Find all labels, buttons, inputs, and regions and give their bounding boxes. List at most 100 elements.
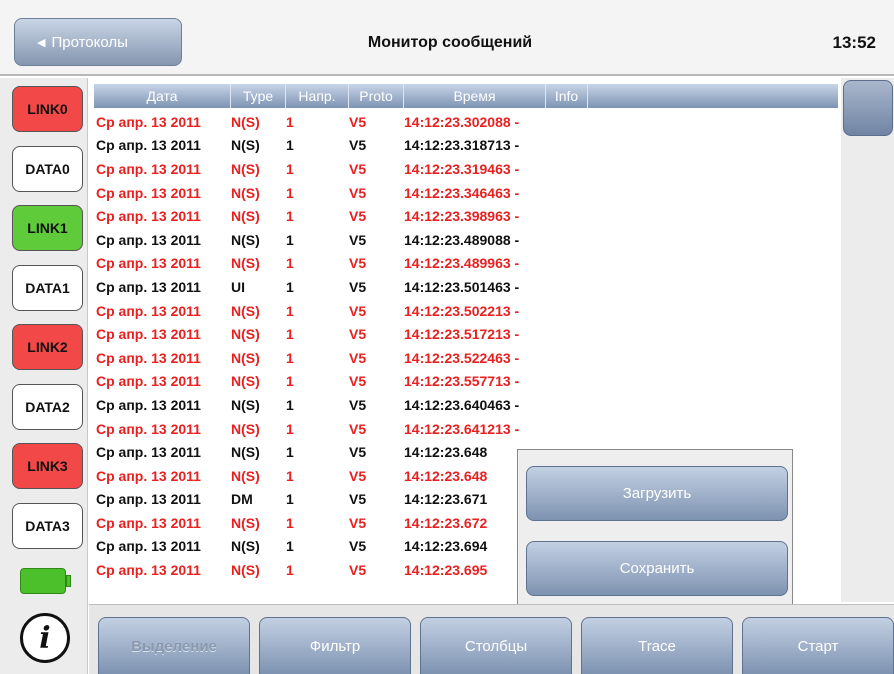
back-to-protocols-button[interactable]: ◀ Протоколы	[14, 18, 182, 66]
column-header-type[interactable]: Type	[231, 84, 286, 108]
table-row[interactable]: Ср апр. 13 2011 N(S) 1 V5 14:12:23.557713 -	[94, 370, 838, 394]
info-icon[interactable]: i	[20, 613, 70, 663]
cell-date: Ср апр. 13 2011	[96, 514, 201, 531]
cell-type: N(S)	[231, 420, 260, 437]
cell-direction: 1	[286, 184, 294, 201]
side-button-data3[interactable]: DATA3	[12, 502, 83, 549]
link-sidebar: LINK0 DATA0 LINK1 DATA1 LINK2 DATA2 LINK3 DATA3…	[0, 78, 88, 674]
cell-proto: V5	[349, 113, 367, 130]
save-button[interactable]: Сохранить	[526, 541, 788, 596]
select-button[interactable]: Выделение	[98, 617, 250, 674]
cell-direction: 1	[286, 514, 294, 531]
scrollbar-thumb[interactable]	[843, 80, 893, 136]
column-header-date[interactable]: Дата	[94, 84, 231, 108]
cell-direction: 1	[286, 137, 294, 154]
cell-date: Ср апр. 13 2011	[96, 420, 201, 437]
side-button-data1[interactable]: DATA1	[12, 264, 83, 311]
side-button-data0[interactable]: DATA0	[12, 145, 83, 192]
cell-type: N(S)	[231, 255, 260, 272]
cell-direction: 1	[286, 278, 294, 295]
cell-direction: 1	[286, 467, 294, 484]
cell-time: 14:12:23.522463 -	[404, 349, 520, 366]
table-row[interactable]: Ср апр. 13 2011 N(S) 1 V5 14:12:23.319463 -	[94, 157, 838, 181]
column-header-time[interactable]: Время	[404, 84, 546, 108]
cell-time: 14:12:23.318713 -	[404, 137, 520, 154]
table-row[interactable]: Ср апр. 13 2011 N(S) 1 V5 14:12:23.641213 -	[94, 417, 838, 441]
cell-proto: V5	[349, 231, 367, 248]
table-row[interactable]: Ср апр. 13 2011 N(S) 1 V5 14:12:23.398963 -	[94, 204, 838, 228]
table-row[interactable]: Ср апр. 13 2011 N(S) 1 V5 14:12:23.502213 -	[94, 299, 838, 323]
trace-popup-menu: Загрузить Сохранить	[517, 449, 793, 611]
side-button-data2[interactable]: DATA2	[12, 383, 83, 430]
cell-proto: V5	[349, 562, 367, 579]
column-header-info[interactable]: Info	[546, 84, 588, 108]
column-header-empty	[588, 84, 838, 108]
table-row[interactable]: Ср апр. 13 2011 N(S) 1 V5 14:12:23.346463 -	[94, 181, 838, 205]
scrollbar-track[interactable]	[841, 78, 894, 602]
start-button[interactable]: Старт	[742, 617, 894, 674]
cell-direction: 1	[286, 396, 294, 413]
table-row[interactable]: Ср апр. 13 2011 N(S) 1 V5 14:12:23.517213 -	[94, 322, 838, 346]
cell-direction: 1	[286, 255, 294, 272]
cell-proto: V5	[349, 278, 367, 295]
table-row[interactable]: Ср апр. 13 2011 N(S) 1 V5 14:12:23.522463 -	[94, 346, 838, 370]
back-button-label: Протоколы	[51, 33, 128, 51]
cell-time: 14:12:23.517213 -	[404, 326, 520, 343]
cell-proto: V5	[349, 444, 367, 461]
cell-date: Ср апр. 13 2011	[96, 349, 201, 366]
cell-direction: 1	[286, 373, 294, 390]
cell-date: Ср апр. 13 2011	[96, 491, 201, 508]
table-row[interactable]: Ср апр. 13 2011 N(S) 1 V5 14:12:23.640463 -	[94, 393, 838, 417]
cell-proto: V5	[349, 137, 367, 154]
cell-proto: V5	[349, 255, 367, 272]
cell-date: Ср апр. 13 2011	[96, 184, 201, 201]
table-row[interactable]: Ср апр. 13 2011 UI 1 V5 14:12:23.501463 -	[94, 275, 838, 299]
cell-time: 14:12:23.641213 -	[404, 420, 520, 437]
cell-type: UI	[231, 278, 245, 295]
side-button-link0[interactable]: LINK0	[12, 86, 83, 132]
side-button-link2[interactable]: LINK2	[12, 324, 83, 370]
cell-time: 14:12:23.501463 -	[404, 278, 520, 295]
cell-direction: 1	[286, 160, 294, 177]
cell-proto: V5	[349, 326, 367, 343]
cell-direction: 1	[286, 208, 294, 225]
side-button-link1[interactable]: LINK1	[12, 205, 83, 251]
table-row[interactable]: Ср апр. 13 2011 N(S) 1 V5 14:12:23.489963 -	[94, 252, 838, 276]
load-button[interactable]: Загрузить	[526, 466, 788, 521]
cell-type: N(S)	[231, 137, 260, 154]
cell-type: N(S)	[231, 373, 260, 390]
filter-button[interactable]: Фильтр	[259, 617, 411, 674]
cell-proto: V5	[349, 302, 367, 319]
table-row[interactable]: Ср апр. 13 2011 N(S) 1 V5 14:12:23.489088 -	[94, 228, 838, 252]
table-header: Дата Type Напр. Proto Время Info	[94, 84, 838, 108]
cell-date: Ср апр. 13 2011	[96, 326, 201, 343]
cell-direction: 1	[286, 444, 294, 461]
cell-type: DM	[231, 491, 253, 508]
cell-proto: V5	[349, 491, 367, 508]
table-row[interactable]: Ср апр. 13 2011 N(S) 1 V5 14:12:23.318713 -	[94, 134, 838, 158]
table-row[interactable]: Ср апр. 13 2011 N(S) 1 V5 14:12:23.302088 -	[94, 110, 838, 134]
battery-full-icon	[20, 568, 71, 594]
cell-date: Ср апр. 13 2011	[96, 373, 201, 390]
cell-type: N(S)	[231, 113, 260, 130]
cell-date: Ср апр. 13 2011	[96, 396, 201, 413]
cell-date: Ср апр. 13 2011	[96, 538, 201, 555]
cell-type: N(S)	[231, 208, 260, 225]
cell-date: Ср апр. 13 2011	[96, 278, 201, 295]
cell-type: N(S)	[231, 562, 260, 579]
cell-date: Ср апр. 13 2011	[96, 231, 201, 248]
trace-button[interactable]: Trace	[581, 617, 733, 674]
side-button-link3[interactable]: LINK3	[12, 443, 83, 489]
cell-time: 14:12:23.398963 -	[404, 208, 520, 225]
column-header-proto[interactable]: Proto	[349, 84, 404, 108]
cell-type: N(S)	[231, 160, 260, 177]
cell-direction: 1	[286, 326, 294, 343]
columns-button[interactable]: Столбцы	[420, 617, 572, 674]
cell-direction: 1	[286, 231, 294, 248]
cell-date: Ср апр. 13 2011	[96, 302, 201, 319]
cell-date: Ср апр. 13 2011	[96, 444, 201, 461]
cell-type: N(S)	[231, 184, 260, 201]
cell-proto: V5	[349, 538, 367, 555]
column-header-direction[interactable]: Напр.	[286, 84, 349, 108]
cell-proto: V5	[349, 396, 367, 413]
